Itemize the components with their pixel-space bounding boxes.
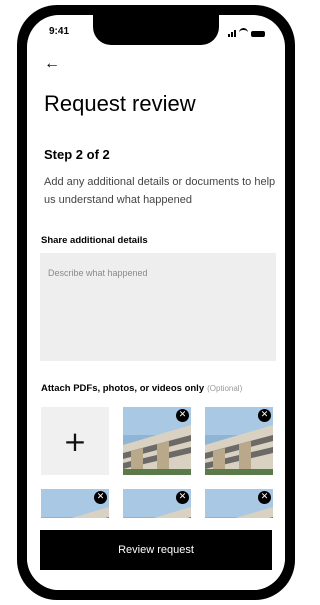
wifi-icon: [239, 28, 248, 37]
attachment-thumbnail[interactable]: ✕: [123, 407, 191, 475]
page-title: Request review: [44, 91, 196, 116]
remove-attachment-button[interactable]: ✕: [94, 491, 107, 504]
attachments-label-text: Attach PDFs, photos, or videos only: [41, 383, 205, 394]
remove-attachment-button[interactable]: ✕: [176, 409, 189, 422]
attachments-label: Attach PDFs, photos, or videos only (Opti…: [41, 383, 242, 394]
signal-icon: [228, 30, 236, 37]
review-request-button[interactable]: Review request: [40, 530, 272, 570]
close-icon: ✕: [260, 492, 269, 502]
step-indicator: Step 2 of 2: [44, 147, 110, 162]
remove-attachment-button[interactable]: ✕: [176, 491, 189, 504]
footer-bar: Review request: [27, 518, 285, 590]
details-label: Share additional details: [41, 235, 148, 246]
page-description: Add any additional details or documents …: [44, 176, 276, 206]
close-icon: ✕: [178, 492, 187, 502]
remove-attachment-button[interactable]: ✕: [258, 409, 271, 422]
device-notch: [93, 15, 219, 45]
app-screen: 9:41 ← Request review Step 2 of 2 Add an…: [27, 15, 285, 590]
status-icons: [228, 28, 265, 37]
close-icon: ✕: [260, 410, 269, 420]
plus-icon: +: [63, 424, 87, 458]
optional-tag: (Optional): [207, 384, 243, 393]
details-placeholder: Describe what happened: [48, 268, 148, 278]
close-icon: ✕: [96, 492, 105, 502]
back-button[interactable]: ←: [44, 55, 60, 73]
attachment-thumbnail[interactable]: ✕: [205, 407, 273, 475]
phone-frame: 9:41 ← Request review Step 2 of 2 Add an…: [17, 5, 295, 600]
status-time: 9:41: [49, 26, 70, 37]
battery-icon: [251, 31, 265, 37]
remove-attachment-button[interactable]: ✕: [258, 491, 271, 504]
close-icon: ✕: [178, 410, 187, 420]
add-attachment-button[interactable]: +: [41, 407, 109, 475]
arrow-left-icon: ←: [44, 55, 60, 72]
